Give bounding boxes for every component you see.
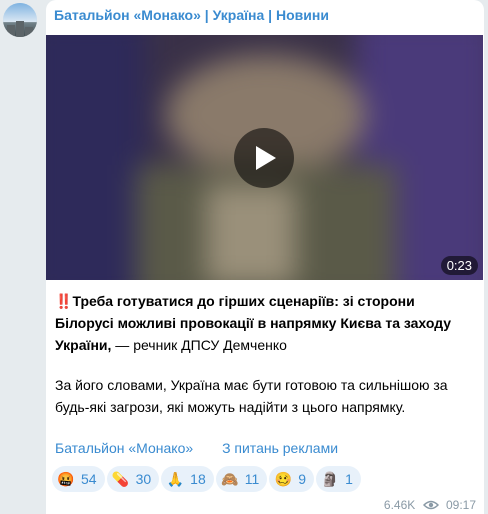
- avatar-building: [7, 25, 15, 37]
- reaction-count: 9: [298, 471, 307, 487]
- reaction-count: 54: [81, 471, 97, 487]
- avatar-building: [25, 27, 33, 37]
- reaction-moai[interactable]: 🗿 1: [316, 466, 361, 492]
- reaction-count: 18: [190, 471, 206, 487]
- video-duration: 0:23: [440, 256, 478, 275]
- channel-title[interactable]: Батальйон «Монако» | Україна | Новини: [54, 7, 329, 23]
- reaction-count: 30: [135, 471, 152, 487]
- channel-link[interactable]: Батальйон «Монако»: [55, 440, 193, 456]
- video-preview[interactable]: 0:23: [46, 35, 483, 280]
- reaction-angry[interactable]: 🤬 54: [52, 466, 105, 492]
- reaction-pray[interactable]: 🙏 18: [161, 466, 214, 492]
- eye-icon: [422, 500, 439, 510]
- avatar-building: [16, 21, 24, 37]
- reactions-bar: 🤬 54 💊 30 🙏 18 🙈 11 🥴 9 🗿 1: [52, 466, 363, 492]
- reaction-monkey[interactable]: 🙈 11: [215, 466, 268, 492]
- reaction-woozy[interactable]: 🥴 9: [269, 466, 315, 492]
- message-meta: 6.46K 09:17: [384, 497, 476, 512]
- woozy-face-icon: 🥴: [274, 471, 292, 487]
- see-no-evil-monkey-icon: 🙈: [221, 471, 239, 487]
- post-headline: ‼️Треба готуватися до гірших сценаріїв: …: [55, 290, 475, 356]
- post-body: За його словами, Україна має бути готово…: [55, 377, 448, 415]
- reaction-pill[interactable]: 💊 30: [106, 466, 160, 492]
- pill-icon: 💊: [111, 471, 130, 487]
- message-bubble: Батальйон «Монако» | Україна | Новини 0:…: [46, 0, 484, 514]
- avatar-sky: [3, 3, 37, 22]
- channel-avatar[interactable]: [3, 3, 37, 37]
- praying-hands-icon: 🙏: [166, 471, 184, 487]
- attribution-text: — речник ДПСУ Демченко: [111, 337, 287, 353]
- moai-icon: 🗿: [321, 471, 339, 487]
- angry-face-icon: 🤬: [57, 471, 75, 487]
- ads-link[interactable]: З питань реклами: [222, 440, 338, 456]
- reaction-count: 1: [345, 471, 353, 487]
- play-button[interactable]: [234, 128, 294, 188]
- view-count: 6.46K: [383, 497, 416, 512]
- double-exclamation-icon: ‼️: [55, 293, 73, 309]
- post-links: Батальйон «Монако» З питань реклами: [55, 440, 338, 456]
- reaction-count: 11: [244, 471, 260, 487]
- message-time: 09:17: [445, 497, 476, 512]
- play-icon: [256, 146, 276, 170]
